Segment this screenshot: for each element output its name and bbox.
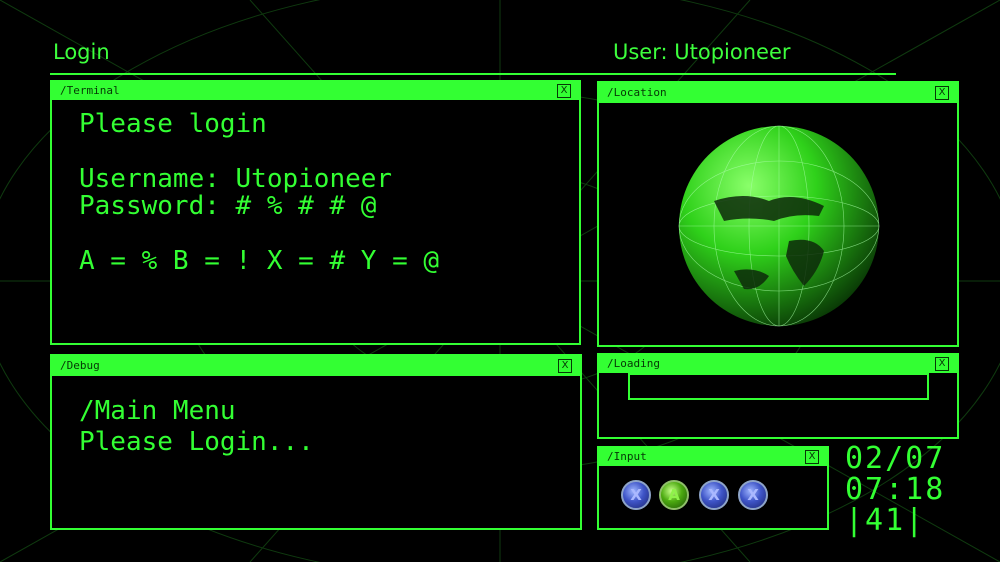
input-title: /Input bbox=[607, 450, 647, 463]
debug-window: /Debug X /Main Menu Please Login... bbox=[50, 354, 582, 530]
terminal-window: /Terminal X Please login Username: Utopi… bbox=[50, 80, 581, 345]
loading-close-button[interactable]: X bbox=[935, 357, 949, 371]
debug-line: Please Login... bbox=[79, 427, 314, 457]
location-close-button[interactable]: X bbox=[935, 86, 949, 100]
debug-title: /Debug bbox=[60, 359, 100, 372]
user-label: User: Utopioneer bbox=[613, 40, 791, 64]
location-window: /Location X bbox=[597, 81, 959, 347]
debug-line: /Main Menu bbox=[79, 396, 236, 426]
terminal-close-button[interactable]: X bbox=[557, 84, 571, 98]
loading-window: /Loading X bbox=[597, 353, 959, 439]
clock-date: 02/07 bbox=[845, 441, 946, 476]
terminal-title: /Terminal bbox=[60, 84, 120, 97]
terminal-line: Password: # % # # @ bbox=[79, 191, 377, 221]
input-titlebar[interactable]: /Input X bbox=[599, 448, 827, 466]
clock-seconds: |41| bbox=[845, 503, 926, 538]
terminal-line: A = % B = ! X = # Y = @ bbox=[79, 246, 440, 276]
input-close-button[interactable]: X bbox=[805, 450, 819, 464]
x-button[interactable]: X bbox=[738, 480, 768, 510]
location-title: /Location bbox=[607, 86, 667, 99]
clock-time: 07:18 bbox=[845, 472, 946, 507]
x-button[interactable]: X bbox=[621, 480, 651, 510]
terminal-line: Username: Utopioneer bbox=[79, 164, 393, 194]
earth-globe-icon bbox=[678, 125, 880, 327]
loading-title: /Loading bbox=[607, 357, 660, 370]
input-window: /Input X X A X X bbox=[597, 446, 829, 530]
location-titlebar[interactable]: /Location X bbox=[599, 83, 957, 103]
debug-close-button[interactable]: X bbox=[558, 359, 572, 373]
x-button[interactable]: X bbox=[699, 480, 729, 510]
terminal-titlebar[interactable]: /Terminal X bbox=[52, 82, 579, 100]
header-divider bbox=[50, 73, 896, 75]
terminal-line: Please login bbox=[79, 109, 267, 139]
loading-titlebar[interactable]: /Loading X bbox=[599, 355, 957, 373]
debug-titlebar[interactable]: /Debug X bbox=[52, 356, 580, 376]
a-button[interactable]: A bbox=[659, 480, 689, 510]
loading-progress-bar bbox=[628, 373, 929, 400]
page-title: Login bbox=[53, 40, 110, 64]
